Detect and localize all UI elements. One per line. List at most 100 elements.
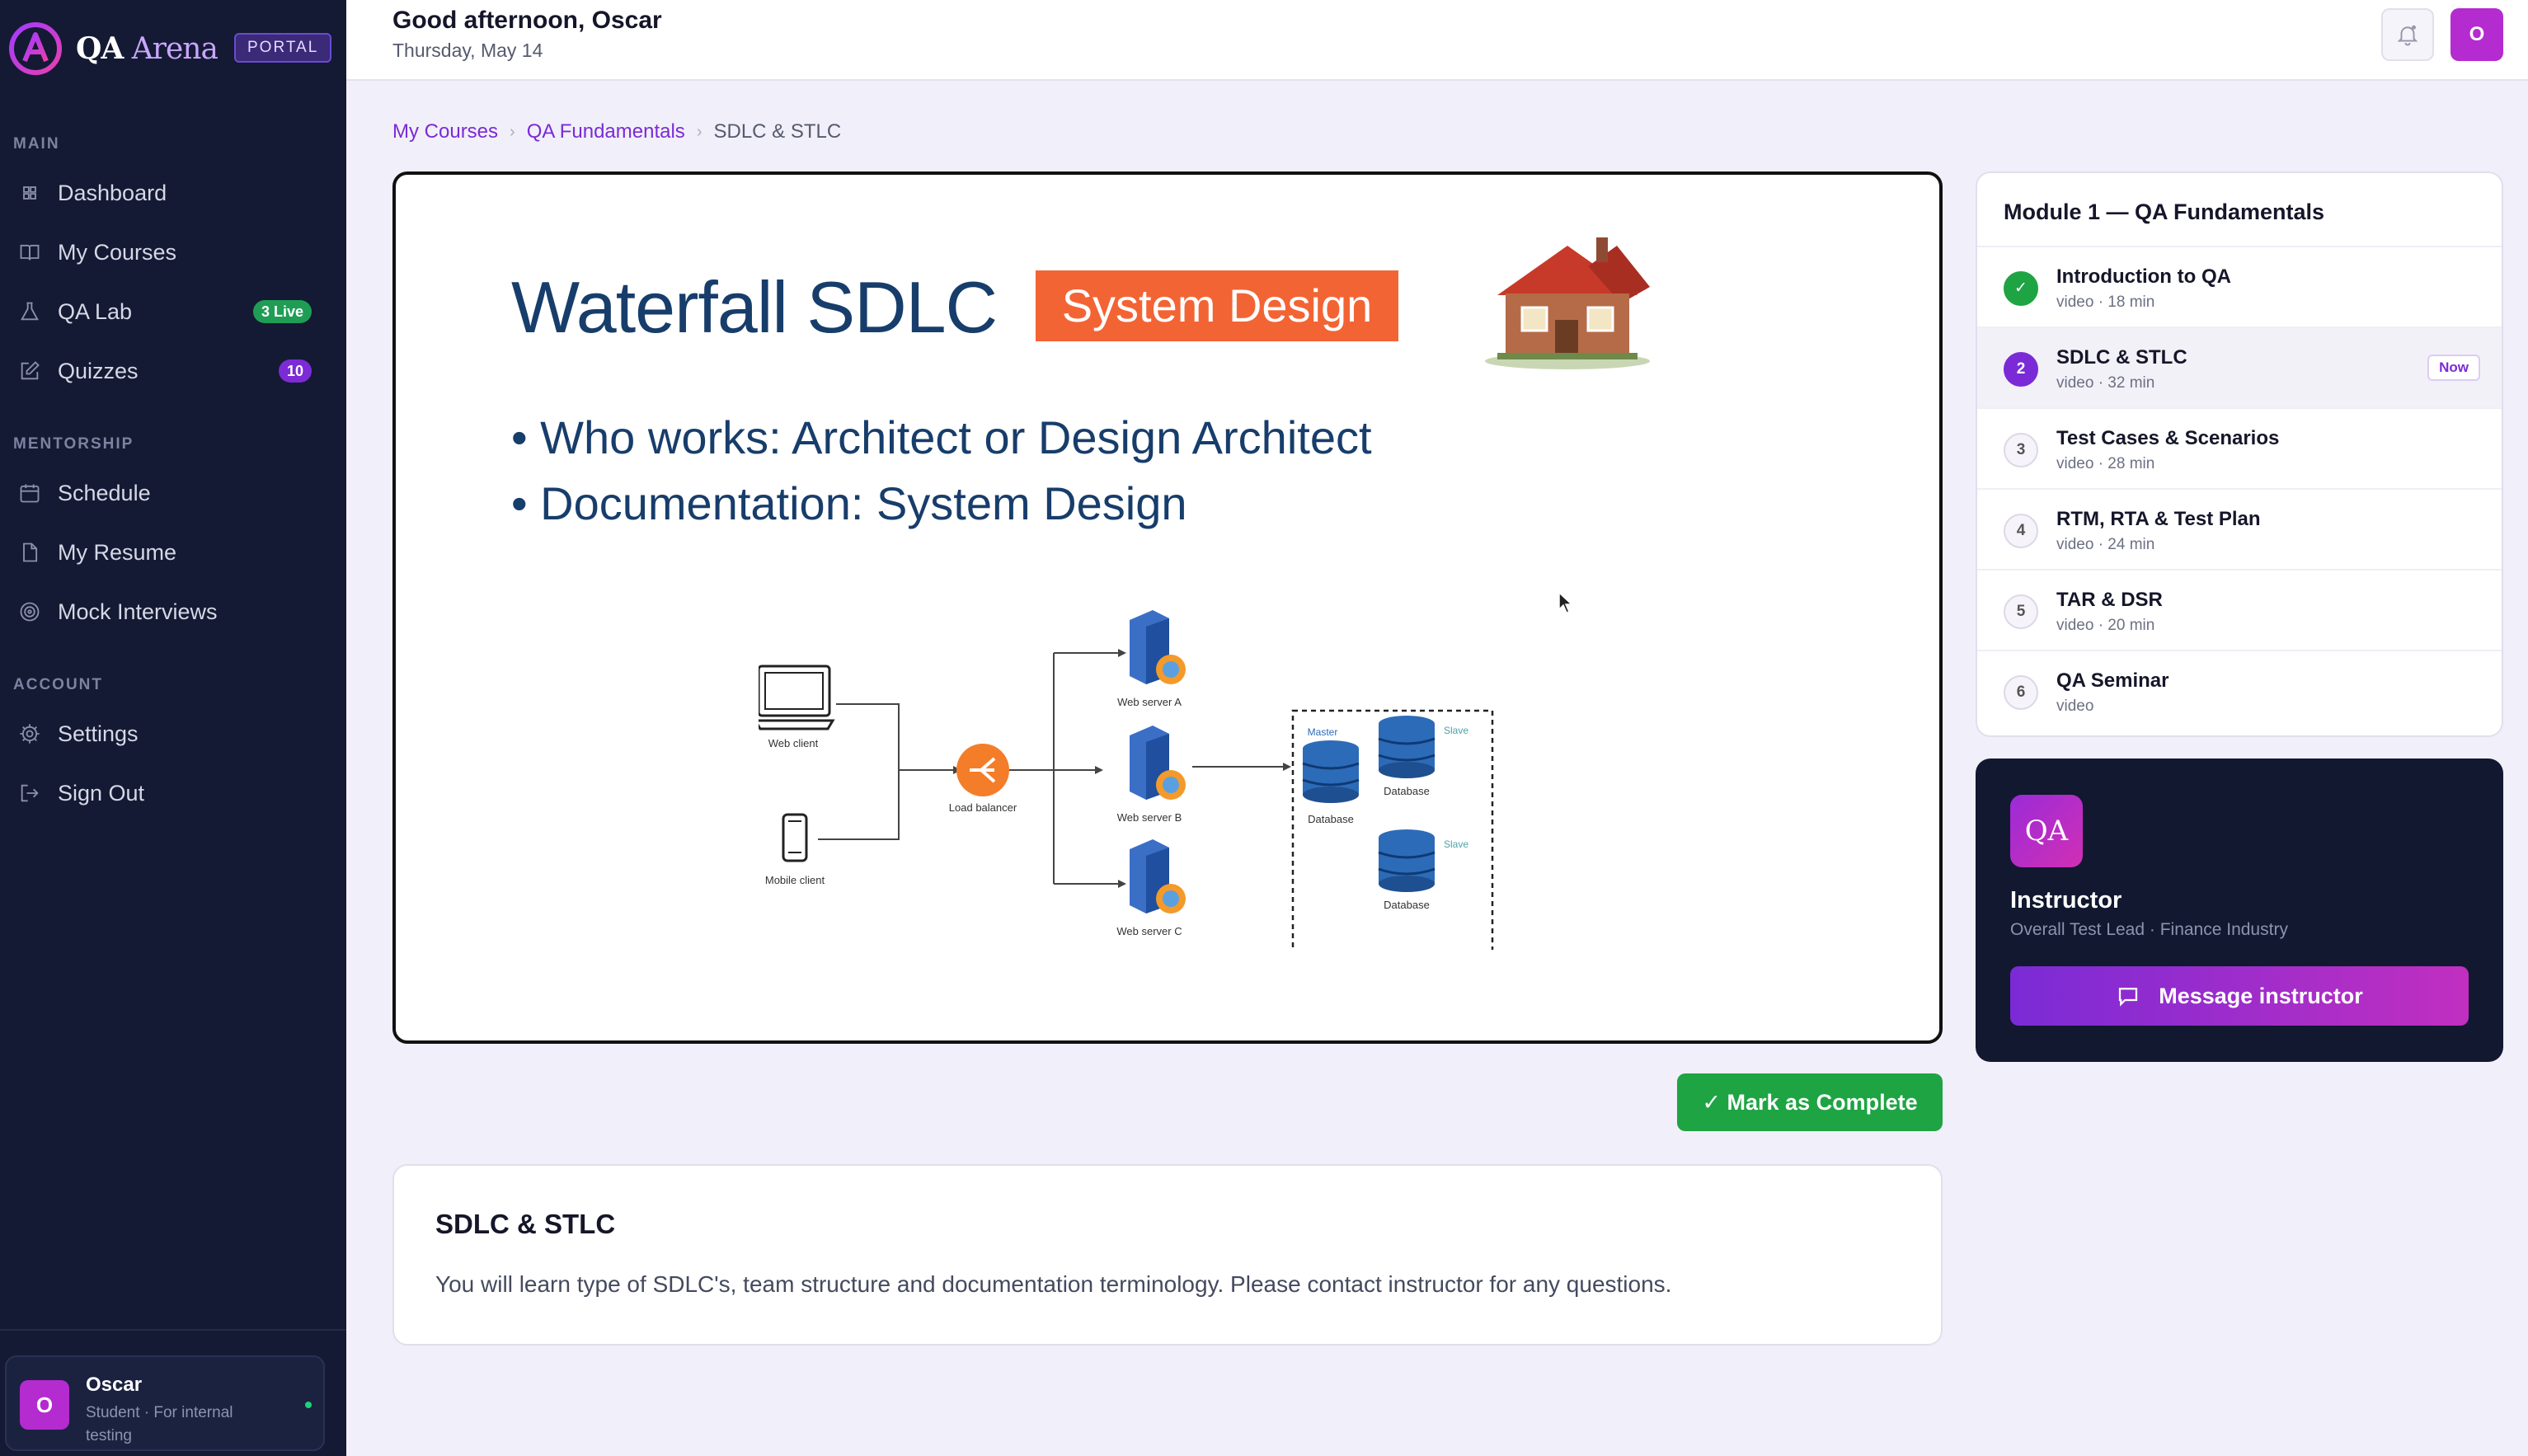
web-server-a-icon — [1130, 610, 1186, 684]
grid-icon — [23, 186, 36, 200]
brand-name: QA Arena — [76, 31, 218, 66]
mark-complete-button[interactable]: ✓ Mark as Complete — [1677, 1073, 1943, 1131]
instructor-title: Instructor — [2010, 887, 2122, 914]
lesson-item-meta: video — [2056, 697, 2094, 715]
lesson-item-title: TAR & DSR — [2056, 589, 2163, 611]
master-database-icon — [1302, 740, 1360, 803]
slide-title: Waterfall SDLC — [511, 266, 998, 348]
sidebar-item-my-courses[interactable]: My Courses — [0, 226, 346, 279]
sidebar-item-label: Schedule — [58, 480, 151, 505]
svg-text:Mobile client: Mobile client — [765, 874, 825, 886]
load-balancer-icon — [956, 744, 1009, 796]
lesson-description: You will learn type of SDLC's, team stru… — [435, 1271, 1672, 1297]
breadcrumb-qa-fundamentals[interactable]: QA Fundamentals — [527, 120, 685, 143]
sidebar-item-label: Quizzes — [58, 358, 139, 383]
svg-text:Web server B: Web server B — [1117, 811, 1182, 824]
sidebar-item-qa-lab[interactable]: QA Lab 3 Live — [0, 285, 346, 338]
sidebar-item-dashboard[interactable]: Dashboard — [0, 167, 346, 219]
section-label-main: MAIN — [13, 135, 60, 153]
architecture-diagram: Web client Mobile client Load balancer W… — [759, 610, 1494, 950]
house-illustration — [1485, 237, 1650, 369]
online-status-dot — [305, 1402, 312, 1408]
lesson-item-title: RTM, RTA & Test Plan — [2056, 508, 2261, 530]
lesson-item-3[interactable]: 3 Test Cases & Scenarios video · 28 min — [1977, 409, 2502, 490]
sidebar-item-label: Sign Out — [58, 780, 145, 805]
sidebar-item-my-resume[interactable]: My Resume — [0, 526, 346, 579]
user-role: Student · For internal testing — [86, 1404, 233, 1444]
breadcrumb-my-courses[interactable]: My Courses — [392, 120, 498, 143]
instructor-logo: QA — [2010, 795, 2083, 867]
lesson-item-meta: video · 24 min — [2056, 536, 2155, 553]
header-avatar[interactable]: O — [2450, 8, 2503, 61]
lesson-item-6[interactable]: 6 QA Seminar video — [1977, 651, 2502, 732]
lesson-item-2[interactable]: 2 SDLC & STLC video · 32 min Now — [1977, 328, 2502, 409]
sidebar-item-schedule[interactable]: Schedule — [0, 467, 346, 519]
lesson-item-title: QA Seminar — [2056, 669, 2169, 692]
portal-badge: PORTAL — [234, 33, 332, 63]
bell-icon — [2397, 25, 2418, 46]
lesson-title: SDLC & STLC — [435, 1209, 616, 1239]
breadcrumb: My Courses › QA Fundamentals › SDLC & ST… — [392, 120, 841, 143]
sidebar: QA Arena PORTAL MAIN Dashboard My Course… — [0, 0, 346, 1456]
lesson-item-5[interactable]: 5 TAR & DSR video · 20 min — [1977, 571, 2502, 651]
sidebar-item-label: My Resume — [58, 539, 177, 565]
module-title: Module 1 — QA Fundamentals — [2004, 200, 2325, 224]
slide-tag: System Design — [1036, 270, 1398, 341]
slide-bullet-2: • Documentation: System Design — [511, 477, 1187, 529]
instructor-subtitle: Overall Test Lead · Finance Industry — [2010, 920, 2288, 939]
chat-icon — [2119, 988, 2138, 1007]
calendar-icon — [20, 484, 40, 503]
user-profile-card[interactable]: O Oscar Student · For internal testing — [5, 1355, 325, 1451]
slave-database-1-icon — [1378, 716, 1436, 778]
file-icon — [23, 542, 38, 562]
section-label-mentorship: MENTORSHIP — [13, 435, 134, 453]
mobile-client-icon — [782, 813, 808, 862]
check-icon: ✓ — [2004, 271, 2038, 306]
svg-text:Slave: Slave — [1444, 725, 1468, 736]
lesson-item-meta: video · 32 min — [2056, 374, 2155, 392]
message-instructor-label: Message instructor — [2159, 983, 2363, 1008]
lesson-item-4[interactable]: 4 RTM, RTA & Test Plan video · 24 min — [1977, 490, 2502, 571]
svg-text:Web server C: Web server C — [1116, 925, 1182, 937]
lesson-item-title: Test Cases & Scenarios — [2056, 427, 2280, 449]
greeting: Good afternoon, Oscar — [392, 7, 662, 34]
message-instructor-button[interactable]: Message instructor — [2010, 966, 2469, 1026]
sidebar-item-label: Dashboard — [58, 180, 167, 205]
svg-text:Web server A: Web server A — [1117, 696, 1182, 708]
sidebar-item-sign-out[interactable]: Sign Out — [0, 767, 346, 820]
brand[interactable]: QA Arena — [8, 21, 218, 76]
lesson-number: 6 — [2004, 675, 2038, 710]
lesson-item-1[interactable]: ✓ Introduction to QA video · 18 min — [1977, 247, 2502, 328]
svg-text:Database: Database — [1308, 813, 1354, 825]
lesson-number: 2 — [2004, 352, 2038, 387]
sidebar-item-quizzes[interactable]: Quizzes 10 — [0, 345, 346, 397]
lesson-item-meta: video · 18 min — [2056, 294, 2155, 311]
sidebar-item-label: My Courses — [58, 239, 177, 265]
gear-icon — [20, 724, 40, 744]
svg-text:Master: Master — [1308, 726, 1338, 738]
quiz-count-badge: 10 — [278, 359, 312, 383]
live-badge: 3 Live — [252, 300, 312, 323]
lesson-video-player[interactable]: Waterfall SDLC System Design • Who works… — [392, 171, 1943, 1044]
web-client-icon — [759, 665, 835, 730]
now-badge: Now — [2427, 355, 2480, 381]
sidebar-item-mock-interviews[interactable]: Mock Interviews — [0, 585, 346, 638]
svg-text:Web client: Web client — [768, 737, 819, 749]
mouse-cursor-icon — [1558, 592, 1573, 613]
svg-text:Slave: Slave — [1444, 838, 1468, 850]
notifications-button[interactable] — [2381, 8, 2434, 61]
sidebar-item-label: Settings — [58, 721, 139, 746]
instructor-card: QA Instructor Overall Test Lead · Financ… — [1976, 759, 2503, 1062]
lesson-item-meta: video · 20 min — [2056, 617, 2155, 634]
breadcrumb-current: SDLC & STLC — [713, 120, 842, 143]
book-icon — [20, 244, 40, 261]
web-server-b-icon — [1130, 726, 1186, 800]
logout-icon — [21, 784, 39, 802]
breadcrumb-separator: › — [510, 122, 515, 141]
section-label-account: ACCOUNT — [13, 676, 103, 693]
slave-database-2-icon — [1378, 829, 1436, 892]
sidebar-item-settings[interactable]: Settings — [0, 707, 346, 760]
web-server-c-icon — [1130, 839, 1186, 914]
sidebar-item-label: QA Lab — [58, 298, 133, 324]
lesson-number: 3 — [2004, 433, 2038, 467]
